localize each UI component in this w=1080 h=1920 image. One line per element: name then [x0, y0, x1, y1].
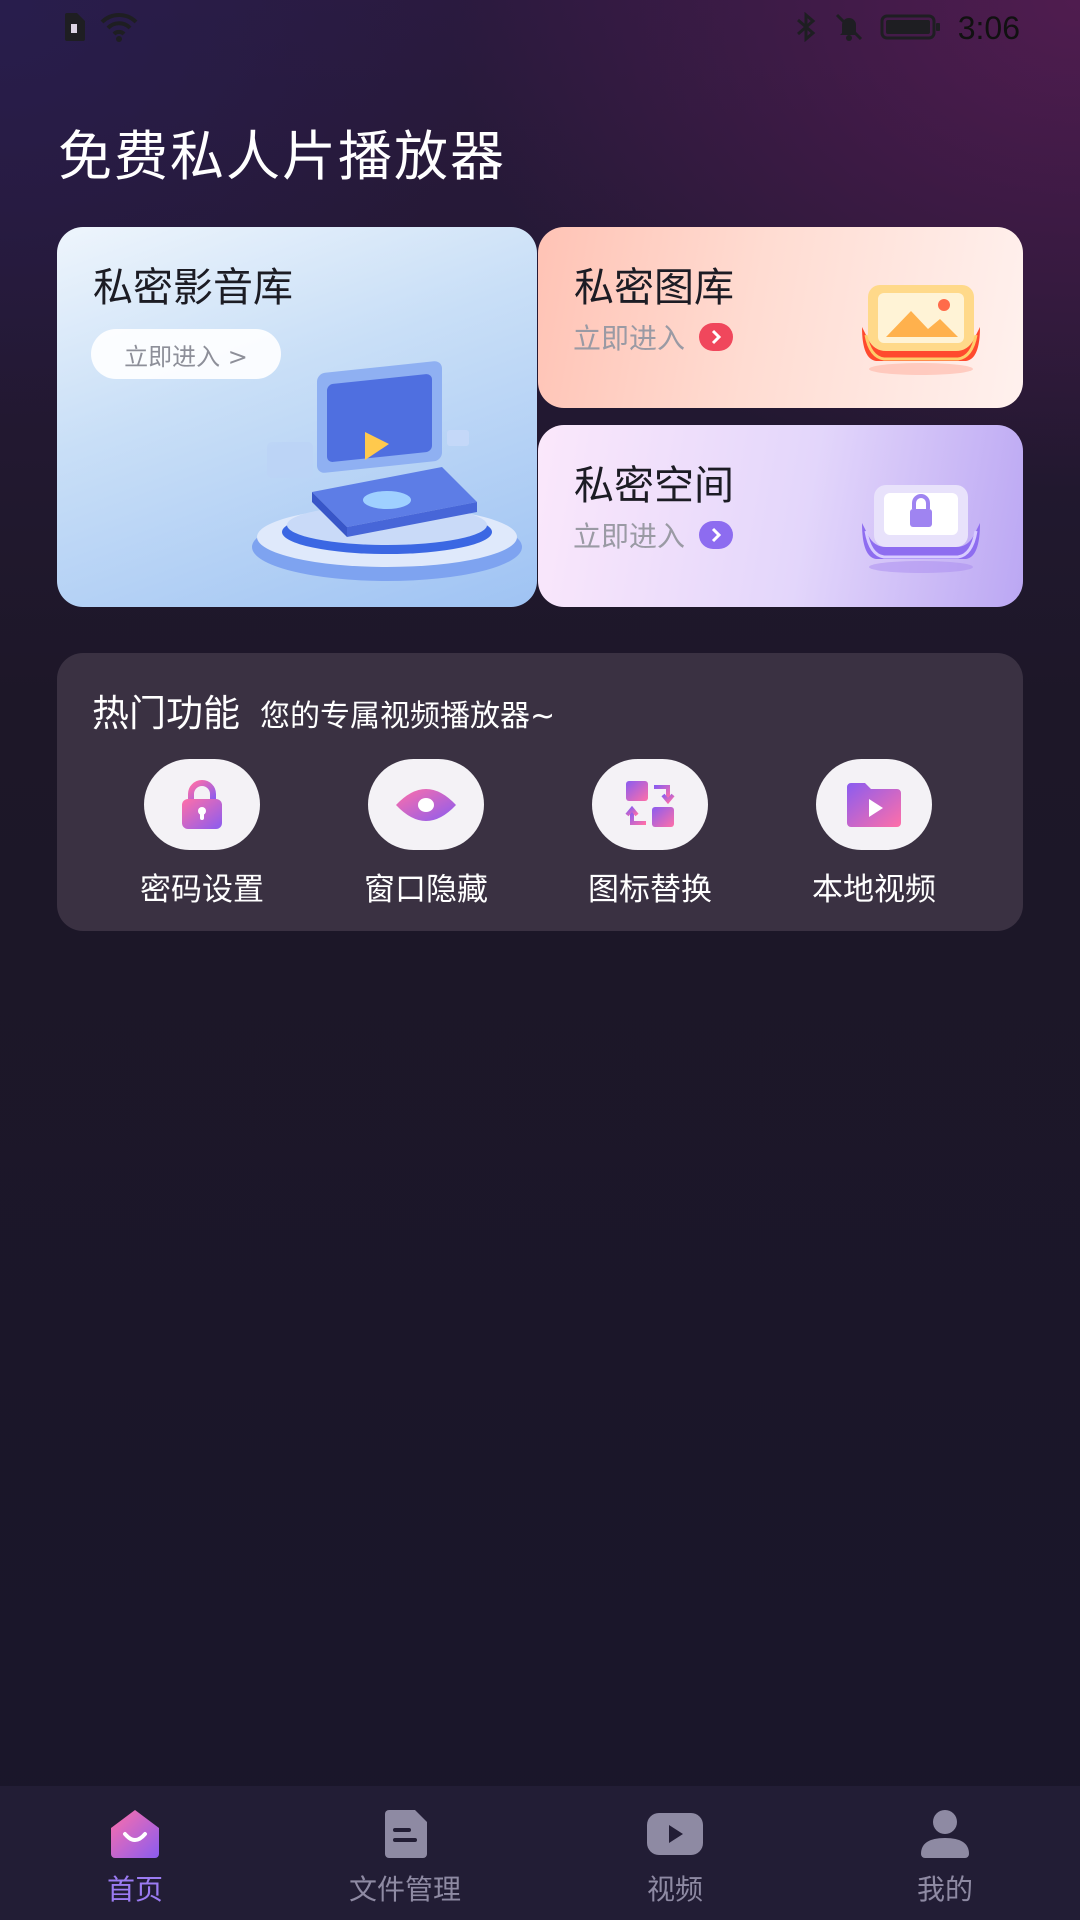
card-title: 私密空间: [574, 463, 734, 509]
home-screen: 3:06 免费私人片播放器 私密影音库 立即进入 > 私密图库 立即进入 私密空…: [0, 0, 1080, 1920]
lock-box-illustration: [862, 485, 980, 573]
window-hide-button[interactable]: 窗口隐藏: [326, 759, 526, 909]
bluetooth-icon: [794, 11, 818, 46]
function-icon-circle: [816, 759, 932, 850]
status-right: 3:06: [794, 10, 1020, 47]
function-label: 图标替换: [588, 872, 712, 908]
battery-icon: [880, 12, 942, 46]
file-icon: [375, 1806, 435, 1862]
card-title: 私密图库: [574, 265, 734, 311]
chevron-right-icon: [699, 521, 734, 549]
icon-replace-button[interactable]: 图标替换: [550, 759, 750, 909]
enter-label: 立即进入 >: [124, 342, 248, 371]
function-label: 密码设置: [140, 872, 264, 908]
eye-icon: [396, 788, 456, 821]
password-settings-button[interactable]: 密码设置: [102, 759, 302, 909]
status-bar: 3:06: [0, 0, 1080, 56]
wifi-icon: [100, 12, 138, 46]
nav-label: 视频: [646, 1873, 703, 1906]
function-label: 本地视频: [812, 872, 936, 908]
status-left: [62, 12, 138, 46]
local-video-button[interactable]: 本地视频: [774, 759, 974, 909]
function-icon-circle: [144, 759, 260, 850]
play-icon: [645, 1806, 705, 1862]
video-player-illustration: [252, 361, 522, 581]
swap-icon: [625, 780, 675, 827]
function-icon-circle: [368, 759, 484, 850]
nav-item-home[interactable]: 首页: [0, 1786, 270, 1920]
card-title: 私密影音库: [93, 265, 293, 311]
section-subtitle: 您的专属视频播放器~: [260, 699, 556, 734]
function-label: 窗口隐藏: [364, 872, 488, 908]
enter-label: 立即进入: [573, 520, 686, 553]
nav-item-video[interactable]: 视频: [540, 1786, 810, 1920]
video-folder-icon: [847, 782, 901, 827]
enter-label: 立即进入: [573, 322, 686, 355]
page-title: 免费私人片播放器: [58, 125, 506, 188]
enter-button[interactable]: 立即进入: [573, 317, 734, 357]
hot-functions-header: 热门功能 您的专属视频播放器~: [92, 683, 555, 737]
section-title: 热门功能: [92, 692, 240, 735]
private-video-library-card[interactable]: 私密影音库 立即进入 >: [57, 227, 537, 607]
bottom-nav: 首页 文件管理 视频 我的: [0, 1786, 1080, 1920]
status-time: 3:06: [957, 10, 1020, 46]
private-space-card[interactable]: 私密空间 立即进入: [538, 425, 1023, 607]
sim-card-icon: [62, 12, 86, 46]
gallery-illustration: [862, 285, 980, 375]
user-icon: [915, 1806, 975, 1862]
bell-muted-icon: [834, 12, 864, 46]
nav-label: 我的: [916, 1873, 973, 1906]
home-icon: [105, 1806, 165, 1862]
nav-item-me[interactable]: 我的: [810, 1786, 1080, 1920]
lock-icon: [182, 779, 222, 829]
nav-label: 首页: [106, 1873, 163, 1906]
enter-button[interactable]: 立即进入: [573, 515, 734, 555]
chevron-right-icon: [699, 323, 734, 351]
private-gallery-card[interactable]: 私密图库 立即进入: [538, 227, 1023, 408]
hot-functions-panel: 热门功能 您的专属视频播放器~ 密码设置 窗口隐藏 图标替换 本地视频: [57, 653, 1023, 931]
nav-item-file-manager[interactable]: 文件管理: [270, 1786, 540, 1920]
nav-label: 文件管理: [348, 1873, 461, 1906]
function-icon-circle: [592, 759, 708, 850]
